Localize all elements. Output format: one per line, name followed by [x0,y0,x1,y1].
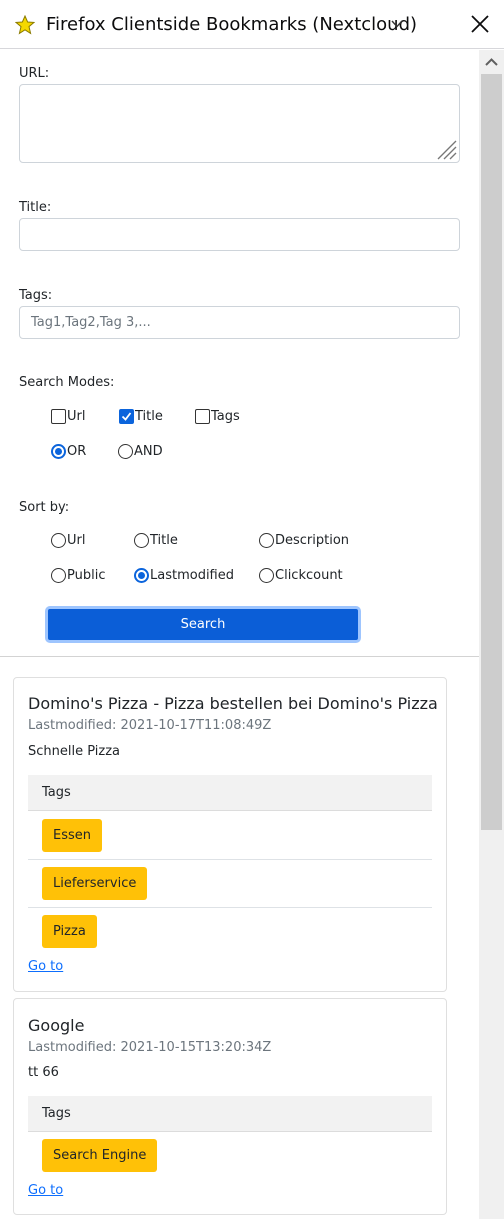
scrollbar-thumb[interactable] [481,74,502,830]
result-card: Domino's Pizza - Pizza bestellen bei Dom… [13,677,447,992]
result-title: Domino's Pizza - Pizza bestellen bei Dom… [28,694,438,713]
sort-by-label: Sort by: [19,500,70,515]
goto-link[interactable]: Go to [28,1183,63,1198]
search-mode-url-checkbox[interactable] [51,409,66,424]
logic-and-radio[interactable] [118,444,133,459]
tag-row: Lieferservice [28,860,432,908]
tag-row: Essen [28,811,432,860]
search-mode-title-checkbox[interactable] [119,409,134,424]
tags-table-header: Tags [28,775,432,811]
star-icon [15,15,35,35]
result-card: Google Lastmodified: 2021-10-15T13:20:34… [13,998,447,1215]
search-mode-title-label[interactable]: Title [135,409,163,424]
tag-badge[interactable]: Search Engine [42,1139,158,1172]
sort-lastmodified-label[interactable]: Lastmodified [150,568,234,583]
sort-description-radio[interactable] [259,533,274,548]
title-label: Title: [19,200,52,215]
sort-public-label[interactable]: Public [67,568,105,583]
chevron-down-icon[interactable] [391,20,403,28]
result-lastmodified: Lastmodified: 2021-10-15T13:20:34Z [28,1040,272,1055]
resize-grip-icon[interactable] [435,138,457,160]
tags-input[interactable]: Tag1,Tag2,Tag 3,... [19,306,460,339]
tag-row: Search Engine [28,1132,432,1180]
tags-header-label: Tags [42,1106,71,1121]
result-description: Schnelle Pizza [28,744,121,759]
tags-table-header: Tags [28,1096,432,1132]
tag-row: Pizza [28,908,432,956]
sort-clickcount-label[interactable]: Clickcount [275,568,343,583]
logic-or-label[interactable]: OR [67,444,86,459]
url-label: URL: [19,66,50,81]
sidebar-header: Firefox Clientside Bookmarks (Nextcloud) [0,0,504,49]
sort-public-radio[interactable] [51,568,66,583]
url-textarea[interactable] [19,84,460,163]
search-button[interactable]: Search [45,606,361,643]
close-icon[interactable] [471,15,489,33]
sort-title-radio[interactable] [134,533,149,548]
goto-link[interactable]: Go to [28,959,63,974]
tags-label: Tags: [19,288,53,303]
vertical-scrollbar[interactable] [479,50,504,1219]
logic-or-radio[interactable] [51,444,66,459]
sort-url-label[interactable]: Url [67,533,85,548]
result-title: Google [28,1016,85,1035]
sidebar-title[interactable]: Firefox Clientside Bookmarks (Nextcloud) [46,14,417,35]
result-description: tt 66 [28,1065,59,1080]
search-mode-tags-checkbox[interactable] [195,409,210,424]
search-mode-tags-label[interactable]: Tags [211,409,240,424]
results-divider [0,656,479,657]
checkmark-icon [121,412,132,421]
sort-clickcount-radio[interactable] [259,568,274,583]
tag-badge[interactable]: Lieferservice [42,867,148,900]
search-mode-url-label[interactable]: Url [67,409,85,424]
search-modes-label: Search Modes: [19,375,115,390]
sort-title-label[interactable]: Title [150,533,178,548]
tags-header-label: Tags [42,785,71,800]
tag-badge[interactable]: Pizza [42,915,97,948]
sort-lastmodified-radio[interactable] [134,568,149,583]
sort-description-label[interactable]: Description [275,533,349,548]
tags-placeholder: Tag1,Tag2,Tag 3,... [31,315,151,330]
tag-badge[interactable]: Essen [42,819,102,852]
scroll-up-arrow-icon[interactable] [479,50,504,74]
result-lastmodified: Lastmodified: 2021-10-17T11:08:49Z [28,718,272,733]
sort-url-radio[interactable] [51,533,66,548]
logic-and-label[interactable]: AND [134,444,163,459]
title-input[interactable] [19,218,460,251]
